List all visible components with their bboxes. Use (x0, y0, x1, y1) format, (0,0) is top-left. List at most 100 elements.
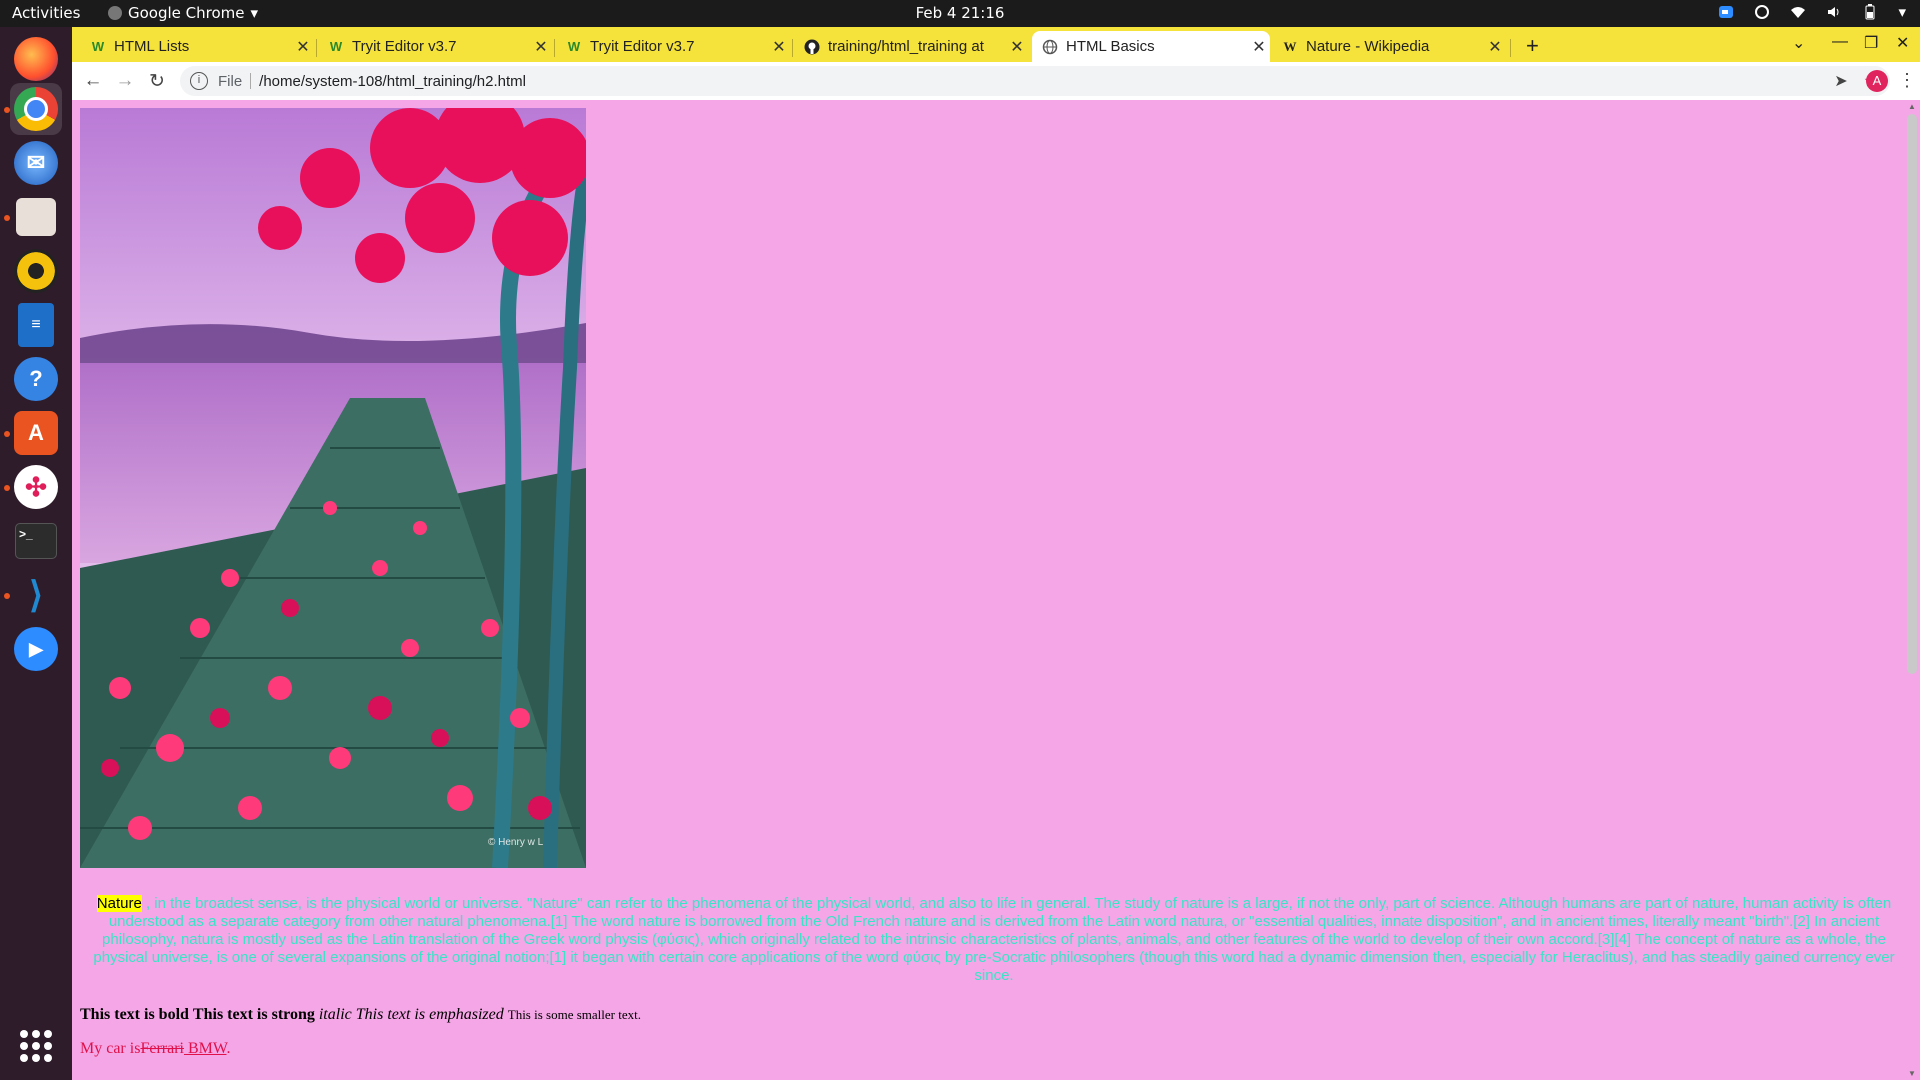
new-tab-icon[interactable]: + (1526, 33, 1539, 59)
deleted-text: Ferrari (140, 1040, 184, 1057)
chrome-icon (14, 87, 58, 131)
tab-separator (792, 39, 793, 57)
activities-button[interactable]: Activities (12, 4, 80, 22)
running-indicator (4, 593, 10, 599)
tab-search-icon[interactable]: ⌄ (1792, 33, 1805, 53)
send-icon[interactable]: ➤ (1834, 71, 1847, 91)
terminal-launcher[interactable]: >_ (10, 515, 62, 567)
profile-avatar[interactable]: A (1866, 70, 1888, 92)
thunderbird-icon: ✉ (14, 141, 58, 185)
formatting-line: This text is bold This text is strong it… (80, 1006, 641, 1024)
help-launcher[interactable]: ? (10, 353, 62, 405)
slack-tray-icon[interactable] (1754, 4, 1770, 20)
app-menu[interactable]: Google Chrome ▾ (108, 4, 258, 22)
battery-icon[interactable] (1862, 4, 1878, 20)
site-info-icon[interactable]: i (190, 72, 208, 90)
help-icon: ? (14, 357, 58, 401)
close-tab-icon[interactable]: ✕ (292, 37, 314, 57)
running-indicator (4, 485, 10, 491)
restore-icon[interactable]: ❐ (1864, 33, 1878, 53)
nature-paragraph-text: , in the broadest sense, is the physical… (93, 895, 1895, 984)
files-launcher[interactable] (10, 191, 62, 243)
chrome-window: W HTML Lists ✕ W Tryit Editor v3.7 ✕ W T… (72, 27, 1920, 1080)
tab-title: HTML Basics (1066, 38, 1155, 55)
scroll-down-arrow-icon[interactable]: ▼ (1908, 1069, 1916, 1078)
close-tab-icon[interactable]: ✕ (768, 37, 790, 57)
minimize-icon[interactable]: — (1832, 33, 1848, 51)
inserted-text: BMW (183, 1040, 227, 1057)
back-icon[interactable]: ← (82, 70, 104, 92)
tab-github[interactable]: training/html_training at ✕ (794, 31, 1028, 62)
software-launcher[interactable]: A (10, 407, 62, 459)
system-menu-arrow-icon[interactable]: ▾ (1898, 3, 1906, 21)
writer-launcher[interactable]: ≡ (10, 299, 62, 351)
software-icon: A (14, 411, 58, 455)
slack-launcher[interactable]: ✣ (10, 461, 62, 513)
address-bar[interactable]: i File /home/system-108/html_training/h2… (180, 66, 1890, 96)
nature-image: © Henry w L (80, 108, 586, 868)
system-tray[interactable]: ▾ (1718, 3, 1906, 21)
tab-title: Nature - Wikipedia (1306, 38, 1430, 55)
strong-text: This text is strong (192, 1006, 315, 1023)
close-window-icon[interactable]: ✕ (1896, 33, 1909, 53)
running-indicator (4, 215, 10, 221)
tab-html-basics[interactable]: HTML Basics ✕ (1032, 31, 1270, 62)
writer-icon: ≡ (18, 303, 54, 347)
tab-title: Tryit Editor v3.7 (352, 38, 457, 55)
vscode-launcher[interactable]: ⟩ (10, 569, 62, 621)
chrome-menu-icon[interactable]: ⋮ (1898, 70, 1916, 91)
tab-strip: W HTML Lists ✕ W Tryit Editor v3.7 ✕ W T… (72, 27, 1920, 62)
tab-title: HTML Lists (114, 38, 190, 55)
close-tab-icon[interactable]: ✕ (1006, 37, 1028, 57)
forward-icon[interactable]: → (114, 70, 136, 92)
clock-container: Feb 4 21:16 (0, 4, 1920, 22)
reload-icon[interactable]: ↻ (146, 70, 168, 93)
chrome-small-icon (108, 6, 122, 20)
browser-toolbar: ← → ↻ i File /home/system-108/html_train… (72, 62, 1920, 100)
rhythmbox-launcher[interactable] (10, 245, 62, 297)
volume-icon[interactable] (1826, 4, 1842, 20)
firefox-launcher[interactable] (10, 33, 62, 85)
thunderbird-launcher[interactable]: ✉ (10, 137, 62, 189)
zoom-launcher[interactable]: ▶ (10, 623, 62, 675)
show-applications-icon[interactable] (20, 1030, 52, 1062)
nature-paragraph: Nature , in the broadest sense, is the p… (84, 895, 1904, 985)
clock[interactable]: Feb 4 21:16 (916, 4, 1005, 22)
highlighted-nature-word: Nature (96, 895, 142, 912)
zoom-tray-icon[interactable] (1718, 4, 1734, 20)
close-tab-icon[interactable]: ✕ (530, 37, 552, 57)
url-text[interactable]: /home/system-108/html_training/h2.html (259, 73, 526, 90)
firefox-icon (14, 37, 58, 81)
tab-separator (1510, 39, 1511, 57)
vertical-scrollbar[interactable]: ▲ ▼ (1904, 100, 1920, 1080)
vscode-icon: ⟩ (28, 574, 44, 615)
car-suffix: . (226, 1040, 231, 1057)
tab-tryit-1[interactable]: W Tryit Editor v3.7 ✕ (318, 31, 552, 62)
wifi-icon[interactable] (1790, 4, 1806, 20)
tab-html-lists[interactable]: W HTML Lists ✕ (80, 31, 314, 62)
w3schools-favicon: W (329, 39, 343, 54)
zoom-icon: ▶ (14, 627, 58, 671)
tab-nature-wikipedia[interactable]: W Nature - Wikipedia ✕ (1272, 31, 1506, 62)
chrome-launcher[interactable] (10, 83, 62, 135)
scrollbar-thumb[interactable] (1907, 114, 1917, 674)
car-prefix: My car is (80, 1040, 141, 1057)
close-tab-icon[interactable]: ✕ (1248, 37, 1270, 57)
wikipedia-favicon: W (1283, 38, 1297, 54)
terminal-icon: >_ (15, 523, 57, 559)
nature-image-graphic: © Henry w L (80, 108, 586, 868)
running-indicator (4, 431, 10, 437)
tab-separator (316, 39, 317, 57)
files-icon (16, 198, 56, 236)
globe-icon (1042, 39, 1058, 55)
small-text: This is some smaller text. (507, 1007, 641, 1022)
italic-text: italic (318, 1006, 352, 1023)
scroll-up-arrow-icon[interactable]: ▲ (1908, 102, 1916, 111)
github-icon (804, 39, 820, 55)
tab-separator (554, 39, 555, 57)
dock: ✉ ≡ ? A ✣ >_ ⟩ ▶ (0, 27, 72, 1080)
w3schools-favicon: W (91, 39, 105, 54)
slack-icon: ✣ (14, 465, 58, 509)
close-tab-icon[interactable]: ✕ (1484, 37, 1506, 57)
tab-tryit-2[interactable]: W Tryit Editor v3.7 ✕ (556, 31, 790, 62)
